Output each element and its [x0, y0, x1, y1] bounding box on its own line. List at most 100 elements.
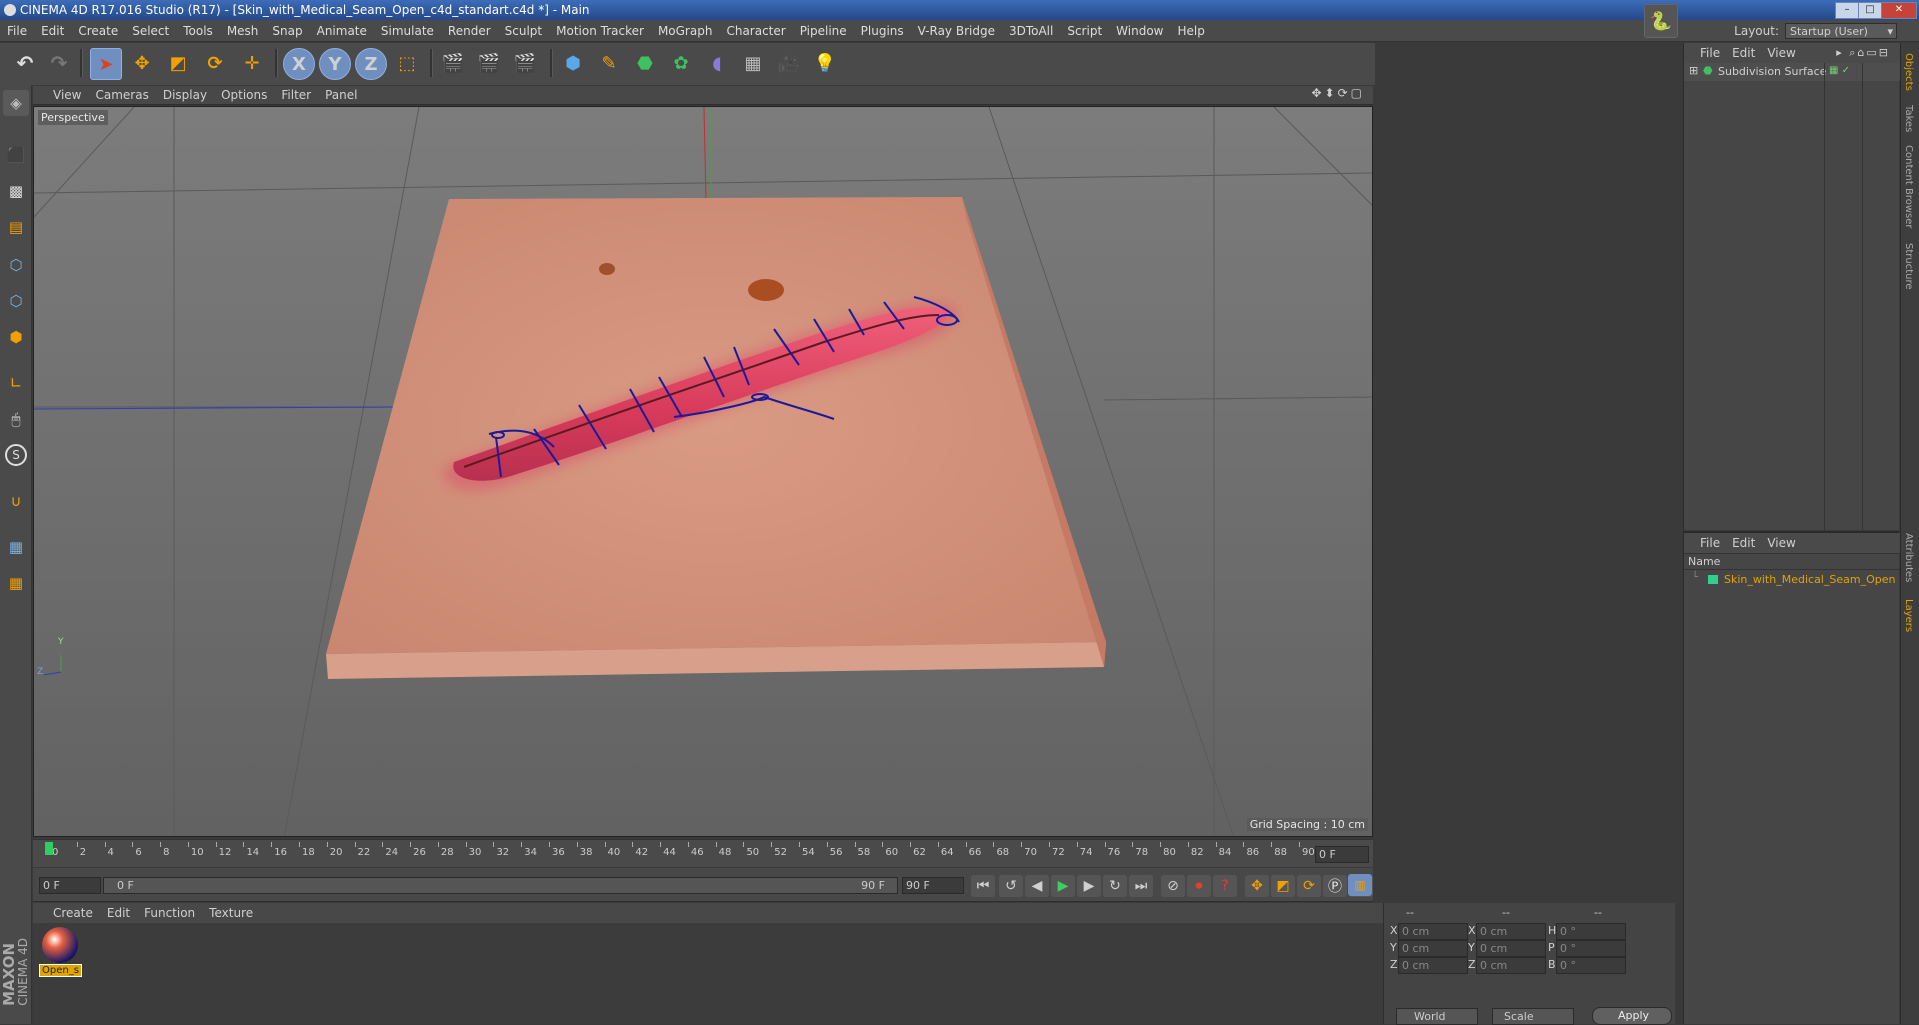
tab-objects[interactable]: Objects	[1903, 53, 1914, 91]
rotate-tool-button[interactable]: ⟳	[200, 48, 230, 78]
coordinate-system-button[interactable]: ⬚	[392, 48, 422, 78]
menu-create[interactable]: Create	[71, 20, 125, 42]
viewport-menu-panel[interactable]: Panel	[318, 86, 364, 105]
menu-plugins[interactable]: Plugins	[854, 20, 911, 42]
apply-button[interactable]: Apply	[1592, 1007, 1672, 1025]
material-menu-texture[interactable]: Texture	[202, 903, 260, 923]
undo-button[interactable]: ↶	[10, 48, 40, 78]
tab-takes[interactable]: Takes	[1903, 105, 1914, 132]
close-button[interactable]: ✕	[1881, 2, 1917, 19]
z-axis-lock-button[interactable]: Z	[355, 48, 387, 80]
add-environment-button[interactable]: ▦	[738, 48, 768, 78]
menu-select[interactable]: Select	[125, 20, 176, 42]
menu-3dtoall[interactable]: 3DToAll	[1002, 20, 1060, 42]
auto-key-button[interactable]: ?	[1213, 875, 1237, 897]
add-deformer-button[interactable]: ◖	[702, 48, 732, 78]
render-picture-viewer-button[interactable]: 🎬	[474, 48, 504, 78]
layer-row[interactable]: └ Skin_with_Medical_Seam_Open	[1684, 572, 1900, 588]
coord-value-field[interactable]: 0 °	[1556, 957, 1626, 974]
3d-viewport[interactable]: Y Z Perspective Grid Spacing : 10 cm	[33, 106, 1373, 837]
object-menu-file[interactable]: File	[1684, 43, 1726, 63]
record-keys-button[interactable]: ⏺	[1187, 875, 1211, 897]
layer-menu-edit[interactable]: Edit	[1726, 533, 1761, 553]
tab-layers[interactable]: Layers	[1903, 599, 1914, 632]
next-key-button[interactable]: ↻	[1103, 875, 1127, 897]
polygons-mode-button[interactable]: ⬢	[3, 324, 29, 350]
coord-value-field[interactable]: 0 cm	[1476, 940, 1546, 957]
coord-value-field[interactable]: 0 cm	[1398, 940, 1468, 957]
texture-mode-button[interactable]: ▩	[3, 178, 29, 204]
recent-tool-button[interactable]: ✛	[237, 48, 267, 78]
key-rotation-button[interactable]: ⟳	[1297, 875, 1321, 897]
menu-mesh[interactable]: Mesh	[220, 20, 266, 42]
make-editable-button[interactable]: ◈	[3, 90, 29, 116]
viewport-menu-view[interactable]: View	[33, 86, 88, 105]
object-manager-tools-icons[interactable]: ▸ ⌕⌂▭⊟	[1830, 43, 1896, 63]
menu-edit[interactable]: Edit	[34, 20, 71, 42]
material-menu-function[interactable]: Function	[137, 903, 202, 923]
viewport-menu-display[interactable]: Display	[156, 86, 214, 105]
snap-button[interactable]: S	[3, 442, 29, 468]
menu-motion-tracker[interactable]: Motion Tracker	[549, 20, 651, 42]
minimize-button[interactable]: –	[1835, 2, 1859, 19]
coord-value-field[interactable]: 0 cm	[1398, 923, 1468, 940]
render-settings-button[interactable]: 🎬	[510, 48, 540, 78]
add-generator-button[interactable]: ⬣	[630, 48, 660, 78]
move-tool-button[interactable]: ✥	[127, 48, 157, 78]
model-mode-button[interactable]: ⬛	[3, 142, 29, 168]
menu-help[interactable]: Help	[1170, 20, 1211, 42]
x-axis-lock-button[interactable]: X	[283, 48, 315, 80]
redo-button[interactable]: ↷	[44, 48, 74, 78]
points-mode-button[interactable]: ⬡	[3, 252, 29, 278]
maximize-button[interactable]: □	[1858, 2, 1882, 19]
play-button[interactable]: ▶	[1051, 875, 1075, 897]
preview-range-slider[interactable]: 0 F 90 F	[103, 877, 898, 894]
coord-value-field[interactable]: 0 cm	[1476, 923, 1546, 940]
live-selection-button[interactable]: ➤	[90, 48, 122, 80]
visibility-toggle-icons[interactable]: ▦ ✓	[1829, 65, 1850, 76]
menu-window[interactable]: Window	[1109, 20, 1170, 42]
workplane-axis-button[interactable]: ▦	[3, 570, 29, 596]
layer-menu-file[interactable]: File	[1684, 533, 1726, 553]
tab-structure[interactable]: Structure	[1903, 243, 1914, 290]
menu-tools[interactable]: Tools	[176, 20, 220, 42]
viewport-menu-filter[interactable]: Filter	[274, 86, 318, 105]
add-light-button[interactable]: 💡	[810, 48, 840, 78]
scale-tool-button[interactable]: ◩	[163, 48, 193, 78]
key-parameter-button[interactable]: Ⓟ	[1323, 875, 1347, 897]
menu-snap[interactable]: Snap	[265, 20, 309, 42]
add-cube-button[interactable]: ⬢	[558, 48, 588, 78]
python-button[interactable]: 🐍	[1644, 4, 1678, 38]
menu-script[interactable]: Script	[1060, 20, 1109, 42]
object-menu-edit[interactable]: Edit	[1726, 43, 1761, 63]
material-swatch[interactable]: Open_s	[39, 927, 82, 977]
end-frame-field[interactable]: 90 F	[902, 877, 964, 894]
layer-color-swatch[interactable]	[1708, 575, 1718, 584]
axis-mode-button[interactable]: ∟	[3, 370, 29, 396]
coord-value-field[interactable]: 0 cm	[1476, 957, 1546, 974]
start-frame-field[interactable]: 0 F	[39, 877, 101, 894]
previous-frame-button[interactable]: ◀	[1025, 875, 1049, 897]
menu-simulate[interactable]: Simulate	[374, 20, 441, 42]
add-camera-button[interactable]: 🎥	[774, 48, 804, 78]
previous-key-button[interactable]: ↺	[999, 875, 1023, 897]
workplane-mode-button[interactable]: ▤	[3, 214, 29, 240]
material-menu-create[interactable]: Create	[33, 903, 100, 923]
workplane-lock-button[interactable]: ▦	[3, 534, 29, 560]
coordinate-mode-dropdown[interactable]: World	[1396, 1008, 1478, 1025]
timeline-window-button[interactable]: ▥	[1348, 874, 1372, 896]
viewport-menu-options[interactable]: Options	[214, 86, 274, 105]
layout-dropdown[interactable]: Startup (User) ▾	[1785, 23, 1897, 39]
key-scale-button[interactable]: ◩	[1271, 875, 1295, 897]
next-frame-button[interactable]: ▶	[1077, 875, 1101, 897]
material-menu-edit[interactable]: Edit	[100, 903, 137, 923]
coord-value-field[interactable]: 0 °	[1556, 940, 1626, 957]
scale-mode-dropdown[interactable]: Scale	[1492, 1008, 1574, 1025]
menu-vray-bridge[interactable]: V-Ray Bridge	[911, 20, 1002, 42]
edges-mode-button[interactable]: ⬡	[3, 288, 29, 314]
menu-pipeline[interactable]: Pipeline	[793, 20, 854, 42]
current-frame-field[interactable]: 0 F	[1315, 846, 1369, 863]
go-to-end-button[interactable]: ⏭	[1129, 875, 1153, 897]
tab-content-browser[interactable]: Content Browser	[1903, 145, 1914, 228]
menu-character[interactable]: Character	[719, 20, 792, 42]
